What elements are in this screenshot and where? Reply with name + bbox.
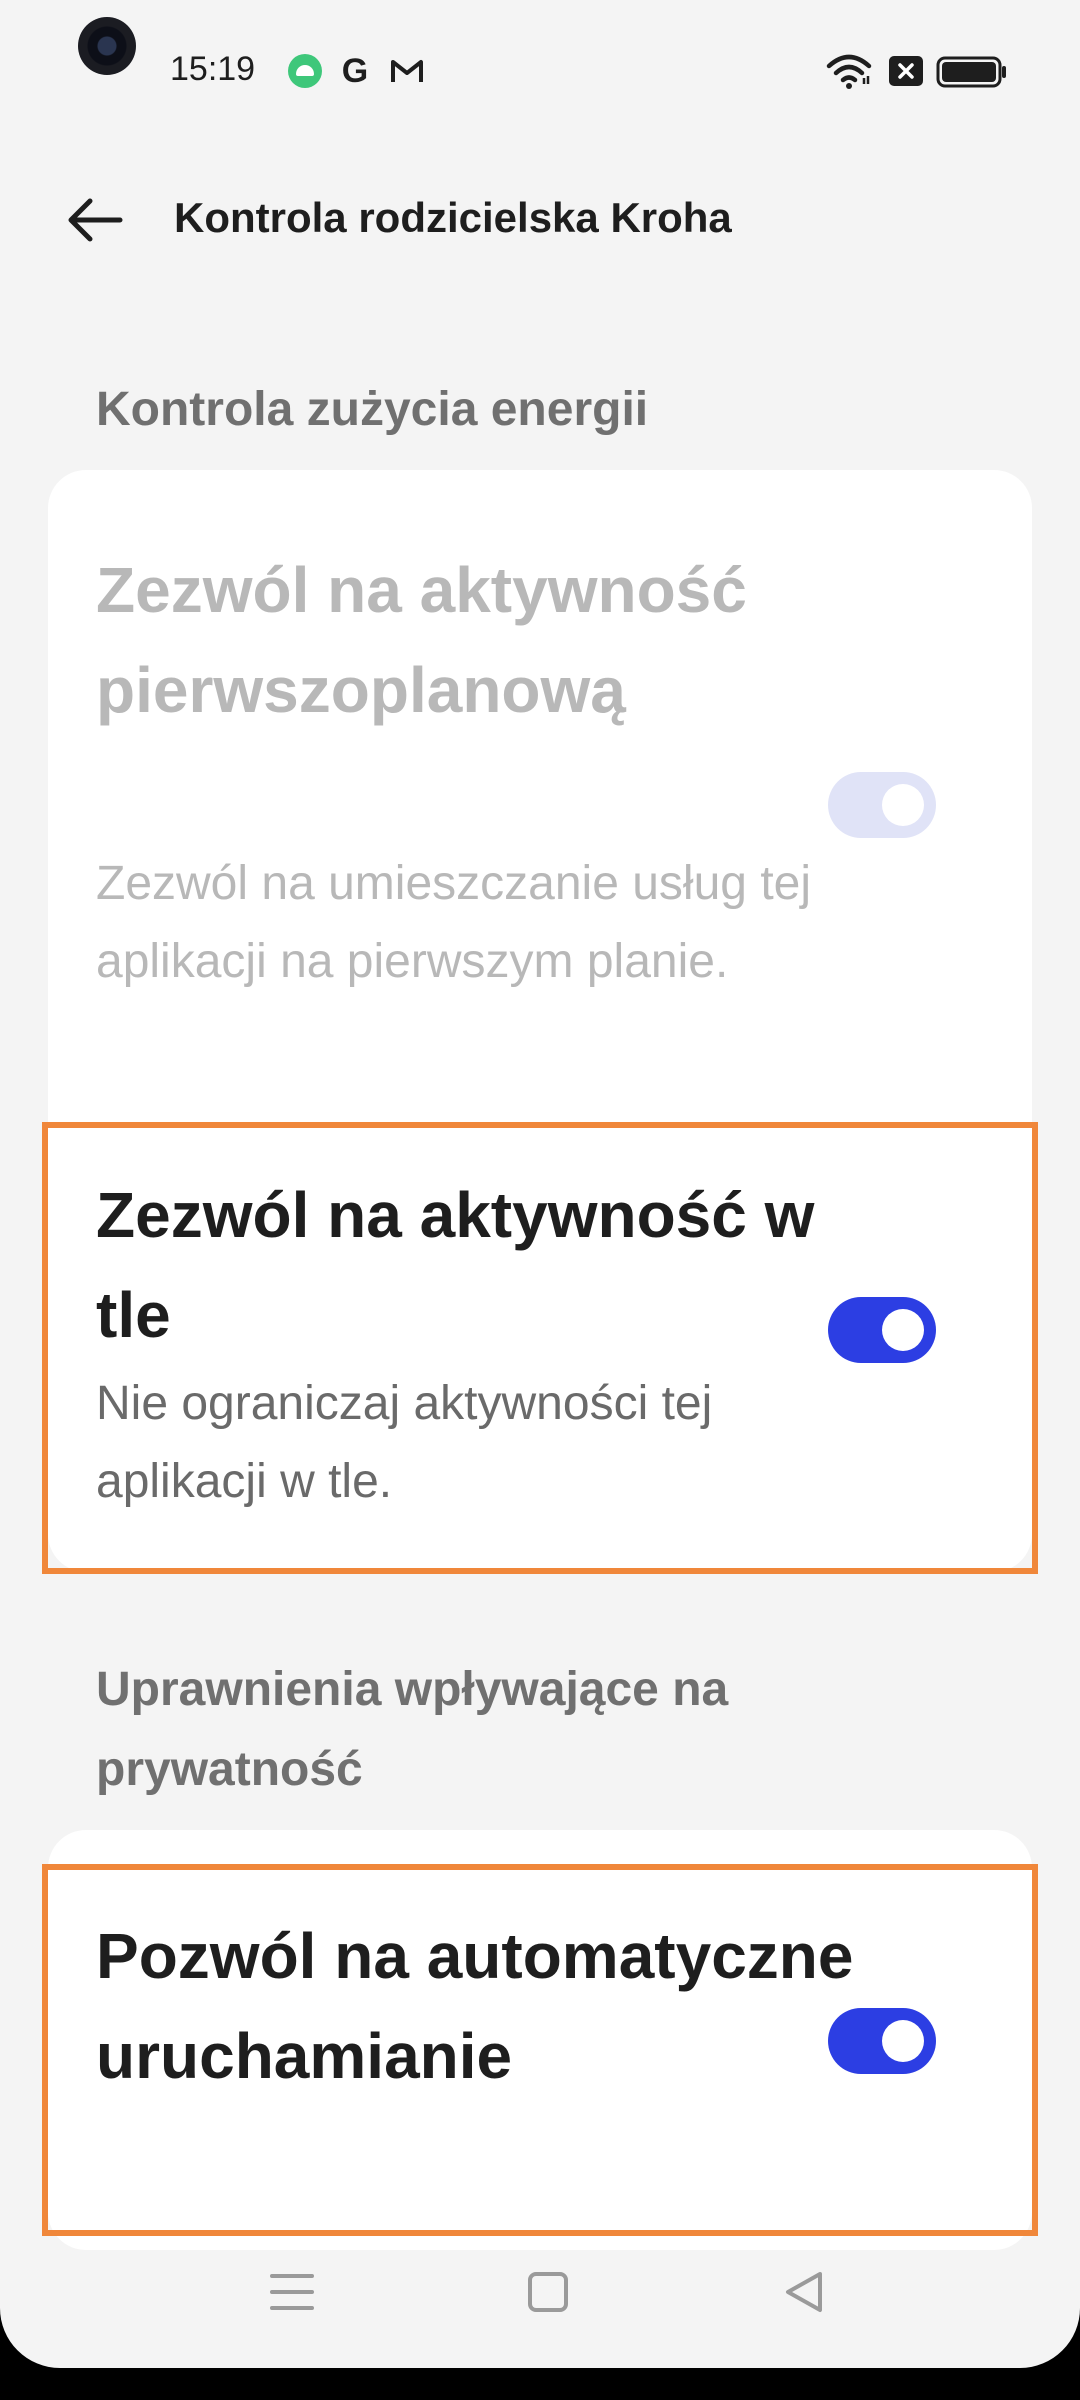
toggle-knob bbox=[882, 2020, 924, 2062]
setting-title-autostart: Pozwól na automatyczne uruchamianie bbox=[96, 1920, 854, 2092]
foreground-activity-toggle[interactable] bbox=[828, 772, 936, 838]
toggle-knob bbox=[882, 1309, 924, 1351]
menu-icon[interactable] bbox=[262, 2262, 322, 2322]
back-triangle-icon[interactable] bbox=[776, 2262, 836, 2322]
background-activity-toggle[interactable] bbox=[828, 1297, 936, 1363]
autostart-toggle[interactable] bbox=[828, 2008, 936, 2074]
section-title-privacy: Uprawnienia wpływające na prywatność bbox=[96, 1663, 729, 1796]
sim-no-signal-icon bbox=[889, 56, 923, 86]
setting-row-foreground-activity[interactable]: Zezwól na aktywność pierwszoplanową Zezw… bbox=[48, 510, 1032, 1070]
setting-row-autostart[interactable]: Pozwól na automatyczne uruchamianie bbox=[48, 1868, 1032, 2228]
toggle-knob bbox=[882, 784, 924, 826]
setting-title-background: Zezwól na aktywność w tle bbox=[96, 1179, 815, 1351]
gmail-icon bbox=[391, 60, 423, 82]
wifi-icon bbox=[826, 54, 872, 89]
phone-screen: 15:19 G Kontrola rodzicielska Kroha Kont… bbox=[0, 0, 1080, 2368]
section-title-energy: Kontrola zużycia energii bbox=[96, 383, 649, 436]
page-title: Kontrola rodzicielska Kroha bbox=[174, 194, 732, 241]
setting-title-foreground: Zezwól na aktywność pierwszoplanową bbox=[96, 554, 747, 726]
google-icon: G bbox=[341, 52, 369, 90]
back-arrow-icon[interactable] bbox=[58, 188, 134, 252]
front-camera bbox=[78, 17, 136, 75]
setting-row-background-activity[interactable]: Zezwól na aktywność w tle Nie ograniczaj… bbox=[48, 1125, 1032, 1570]
home-square-icon[interactable] bbox=[518, 2262, 578, 2322]
status-time: 15:19 bbox=[170, 50, 256, 88]
setting-description-foreground: Zezwól na umieszczanie usług tej aplikac… bbox=[96, 857, 812, 988]
setting-description-background: Nie ograniczaj aktywności tej aplikacji … bbox=[96, 1377, 713, 1508]
android-notification-icon bbox=[288, 54, 322, 88]
battery-icon bbox=[936, 56, 1006, 88]
